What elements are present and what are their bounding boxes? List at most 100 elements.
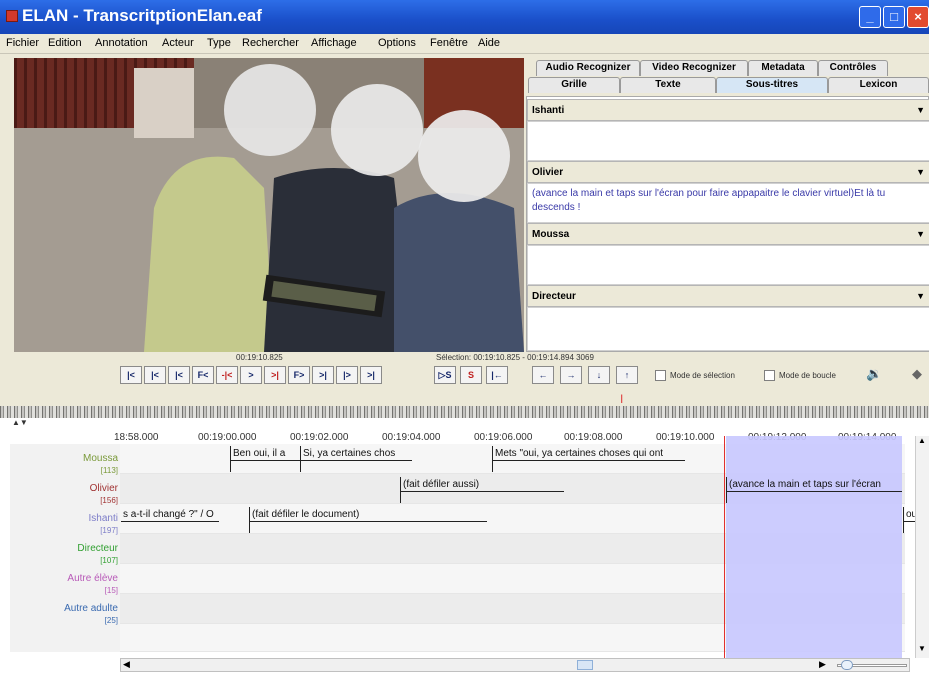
annotation[interactable]: ou: [903, 507, 915, 533]
tab-sous-titres[interactable]: Sous-titres: [716, 77, 828, 93]
pixel-forward-button[interactable]: >|: [264, 366, 286, 384]
subtitle-text: (avance la main et taps sur l'écran pour…: [527, 183, 929, 223]
next-scrollview-button[interactable]: |>: [336, 366, 358, 384]
annotation[interactable]: (fait défiler le document): [249, 507, 487, 533]
frame-back-button[interactable]: F<: [192, 366, 214, 384]
scroll-up-icon[interactable]: ▲: [918, 436, 926, 445]
subtitle-tier-select[interactable]: Directeur ▼: [527, 285, 929, 307]
subtitle-text: [527, 245, 929, 285]
vertical-scrollbar[interactable]: ▲ ▼: [915, 436, 929, 658]
tab-lexicon[interactable]: Lexicon: [828, 77, 929, 93]
annotation[interactable]: Ben oui, il a: [230, 446, 300, 472]
go-to-begin-button[interactable]: |<: [120, 366, 142, 384]
rate-icon[interactable]: ◆: [912, 366, 922, 382]
menu-annotation[interactable]: Annotation: [95, 37, 148, 49]
subtitle-text: [527, 121, 929, 161]
close-button[interactable]: ×: [907, 6, 929, 28]
go-to-end-button[interactable]: >|: [360, 366, 382, 384]
tier-label-olivier[interactable]: Olivier [156]: [10, 483, 118, 507]
tab-controles[interactable]: Contrôles: [818, 60, 888, 76]
loop-mode-label: Mode de boucle: [779, 371, 836, 380]
clear-selection-button[interactable]: S: [460, 366, 482, 384]
annotation[interactable]: Si, ya certaines chos: [300, 446, 412, 472]
annotation[interactable]: (fait défiler aussi): [400, 477, 564, 503]
media-time: 00:19:10.825: [236, 353, 283, 362]
scroll-left-icon[interactable]: ◀: [123, 659, 130, 670]
volume-icon[interactable]: 🔉: [866, 366, 882, 382]
scroll-thumb[interactable]: [577, 660, 593, 670]
menu-type[interactable]: Type: [207, 37, 231, 49]
selection-region[interactable]: [726, 436, 902, 658]
step-forward-button[interactable]: >|: [312, 366, 334, 384]
tier-label-directeur[interactable]: Directeur [107]: [10, 543, 118, 567]
tier-label-ishanti[interactable]: Ishanti [197]: [10, 513, 118, 537]
menu-options[interactable]: Options: [378, 37, 416, 49]
chevron-down-icon[interactable]: ▼: [916, 105, 925, 115]
menu-aide[interactable]: Aide: [478, 37, 500, 49]
tab-grille[interactable]: Grille: [528, 77, 620, 93]
horizontal-scrollbar[interactable]: ◀ ▶: [120, 658, 910, 672]
frame-forward-button[interactable]: F>: [288, 366, 310, 384]
next-annotation-button[interactable]: →: [560, 366, 582, 384]
menu-fichier[interactable]: Fichier: [6, 37, 39, 49]
annotation[interactable]: s a-t-il changé ?" / O: [121, 507, 219, 533]
window-title: ELAN - TranscritptionElan.eaf: [22, 6, 262, 25]
subtitle-text: [527, 307, 929, 351]
app-icon: [6, 10, 18, 22]
subtitle-tier-name: Olivier: [532, 167, 564, 178]
ruler-tick: 18:58.000: [114, 432, 159, 443]
waveform-overview[interactable]: [0, 406, 929, 418]
selection-boundary-button[interactable]: |←: [486, 366, 508, 384]
ruler-tick: 00:19:02.000: [290, 432, 349, 443]
subtitle-tier-select[interactable]: Moussa ▼: [527, 223, 929, 245]
scroll-right-icon[interactable]: ▶: [819, 659, 826, 670]
video-viewer[interactable]: [14, 58, 524, 352]
subtitle-tier-select[interactable]: Olivier ▼: [527, 161, 929, 183]
selection-mode-checkbox[interactable]: [655, 370, 666, 381]
menu-bar: Fichier Edition Annotation Acteur Type R…: [0, 34, 929, 54]
tab-audio-recognizer[interactable]: Audio Recognizer: [536, 60, 640, 76]
play-selection-button[interactable]: ▷S: [434, 366, 456, 384]
chevron-down-icon[interactable]: ▼: [916, 291, 925, 301]
pixel-back-button[interactable]: -|<: [216, 366, 238, 384]
ruler-tick: 00:19:08.000: [564, 432, 623, 443]
subtitle-tier-name: Ishanti: [532, 105, 565, 116]
subtitle-tier-select[interactable]: Ishanti ▼: [527, 99, 929, 121]
tier-label-moussa[interactable]: Moussa [113]: [10, 453, 118, 477]
menu-acteur[interactable]: Acteur: [162, 37, 194, 49]
previous-annotation-button[interactable]: ←: [532, 366, 554, 384]
video-frame: [14, 58, 524, 352]
menu-fenetre[interactable]: Fenêtre: [430, 37, 468, 49]
zoom-slider-thumb[interactable]: [841, 660, 853, 670]
loop-mode-checkbox[interactable]: [764, 370, 775, 381]
minimize-button[interactable]: _: [859, 6, 881, 28]
crosshair-icon: I: [620, 392, 624, 406]
menu-rechercher[interactable]: Rechercher: [242, 37, 299, 49]
selection-readout: Sélection: 00:19:10.825 - 00:19:14.894 3…: [436, 353, 594, 362]
tab-video-recognizer[interactable]: Video Recognizer: [640, 60, 748, 76]
previous-scrollview-button[interactable]: |<: [144, 366, 166, 384]
ruler-tick: 00:19:10.000: [656, 432, 715, 443]
menu-affichage[interactable]: Affichage: [311, 37, 357, 49]
selection-mode-label: Mode de sélection: [670, 371, 735, 380]
crosshair-cursor[interactable]: [724, 436, 725, 658]
tier-label-autre-adulte[interactable]: Autre adulte [25]: [10, 603, 118, 627]
tier-up-button[interactable]: ↑: [616, 366, 638, 384]
annotation[interactable]: (avance la main et taps sur l'écran: [726, 477, 902, 503]
play-button[interactable]: >: [240, 366, 262, 384]
collapse-icon[interactable]: ▲▼: [12, 418, 28, 427]
maximize-button[interactable]: □: [883, 6, 905, 28]
tab-texte[interactable]: Texte: [620, 77, 716, 93]
title-bar: ELAN - TranscritptionElan.eaf _ □ ×: [0, 0, 929, 34]
step-back-button[interactable]: |<: [168, 366, 190, 384]
chevron-down-icon[interactable]: ▼: [916, 229, 925, 239]
menu-edition[interactable]: Edition: [48, 37, 82, 49]
subtitle-tier-name: Moussa: [532, 229, 570, 240]
tier-label-autre-eleve[interactable]: Autre élève [15]: [10, 573, 118, 597]
ruler-tick: 00:19:06.000: [474, 432, 533, 443]
scroll-down-icon[interactable]: ▼: [918, 644, 926, 653]
annotation[interactable]: Mets "oui, ya certaines choses qui ont: [492, 446, 685, 472]
tab-metadata[interactable]: Metadata: [748, 60, 818, 76]
chevron-down-icon[interactable]: ▼: [916, 167, 925, 177]
tier-down-button[interactable]: ↓: [588, 366, 610, 384]
